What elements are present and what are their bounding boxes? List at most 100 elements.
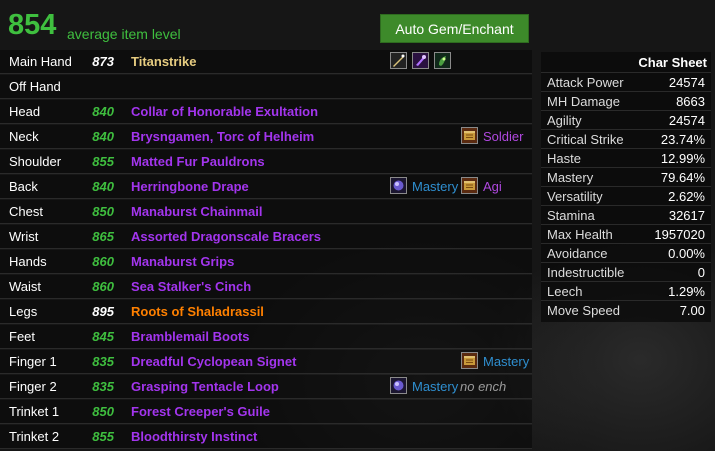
stat-value: 23.74%	[660, 132, 705, 147]
char-sheet-title: Char Sheet	[638, 55, 707, 70]
item-level: 845	[92, 329, 114, 344]
gear-slot-label: Legs	[9, 304, 38, 319]
gear-slot-label: Wrist	[9, 229, 39, 244]
stat-value: 24574	[668, 113, 705, 128]
stat-row-stamina: Stamina 32617	[541, 205, 711, 224]
item-name[interactable]: Brysngamen, Torc of Helheim	[131, 129, 314, 145]
gear-slot-label: Trinket 1	[9, 404, 60, 419]
item-level: 865	[92, 229, 114, 244]
gear-slot-label: Shoulder	[9, 154, 62, 169]
enchant-scroll-icon[interactable]	[461, 127, 478, 144]
stat-value: 2.62%	[668, 189, 705, 204]
item-level: 840	[92, 104, 114, 119]
gear-row-main-hand[interactable]: Main Hand 873 Titanstrike	[0, 50, 532, 74]
item-name[interactable]: Sea Stalker's Cinch	[131, 279, 251, 295]
gear-slot-label: Off Hand	[9, 79, 61, 94]
stat-value: 79.64%	[660, 170, 705, 185]
item-name[interactable]: Bloodthirsty Instinct	[131, 429, 257, 445]
enchant-stat-label: Soldier	[483, 129, 524, 144]
enchant-scroll-icon[interactable]	[461, 352, 478, 369]
stat-value: 24574	[668, 75, 705, 90]
item-level: 850	[92, 204, 114, 219]
item-level: 873	[92, 54, 114, 69]
gear-row-off-hand[interactable]: Off Hand	[0, 75, 532, 99]
enchant-scroll-icon[interactable]	[461, 177, 478, 194]
item-name[interactable]: Matted Fur Pauldrons	[131, 154, 265, 170]
stat-name: Agility	[547, 113, 582, 128]
gear-row-trinket-2[interactable]: Trinket 2 855 Bloodthirsty Instinct	[0, 425, 532, 449]
stat-row-mh-damage: MH Damage 8663	[541, 91, 711, 110]
average-item-level-value: 854	[8, 9, 57, 41]
stat-row-max-health: Max Health 1957020	[541, 224, 711, 243]
stat-value: 8663	[676, 94, 705, 109]
gear-slot-label: Main Hand	[9, 54, 72, 69]
item-name[interactable]: Collar of Honorable Exultation	[131, 104, 318, 120]
stat-row-agility: Agility 24574	[541, 110, 711, 129]
stat-name: Leech	[547, 284, 583, 299]
gear-row-neck[interactable]: Neck 840 Brysngamen, Torc of Helheim Soldie…	[0, 125, 532, 149]
gear-row-shoulder[interactable]: Shoulder 855 Matted Fur Pauldrons	[0, 150, 532, 174]
gear-row-chest[interactable]: Chest 850 Manaburst Chainmail	[0, 200, 532, 224]
stat-value: 1.29%	[668, 284, 705, 299]
stat-value: 7.00	[679, 303, 705, 318]
gear-row-wrist[interactable]: Wrist 865 Assorted Dragonscale Bracers	[0, 225, 532, 249]
gem-stat-label: Mastery	[412, 179, 459, 194]
relic-1-icon[interactable]	[390, 52, 407, 69]
stat-value: 1957020	[654, 227, 705, 242]
item-level: 835	[92, 379, 114, 394]
stat-name: Avoidance	[547, 246, 608, 261]
gear-slot-label: Head	[9, 104, 41, 119]
stat-row-critical-strike: Critical Strike 23.74%	[541, 129, 711, 148]
item-name[interactable]: Roots of Shaladrassil	[131, 304, 264, 320]
relic-2-icon[interactable]	[412, 52, 429, 69]
item-name[interactable]: Bramblemail Boots	[131, 329, 249, 345]
stat-name: Max Health	[547, 227, 613, 242]
stat-row-versatility: Versatility 2.62%	[541, 186, 711, 205]
stat-row-mastery: Mastery 79.64%	[541, 167, 711, 186]
gear-row-feet[interactable]: Feet 845 Bramblemail Boots	[0, 325, 532, 349]
stat-row-indestructible: Indestructible 0	[541, 262, 711, 281]
stat-name: Haste	[547, 151, 581, 166]
stat-row-move-speed: Move Speed 7.00	[541, 300, 711, 319]
gem-icon[interactable]	[390, 177, 407, 194]
stat-name: Move Speed	[547, 303, 620, 318]
gear-slot-label: Waist	[9, 279, 42, 294]
gear-row-finger-2[interactable]: Finger 2 835 Grasping Tentacle Loop Mastery…	[0, 375, 532, 399]
stat-name: Versatility	[547, 189, 603, 204]
stat-name: Mastery	[547, 170, 594, 185]
item-level: 855	[92, 429, 114, 444]
gear-row-hands[interactable]: Hands 860 Manaburst Grips	[0, 250, 532, 274]
item-name[interactable]: Forest Creeper's Guile	[131, 404, 270, 420]
stat-value: 0	[697, 265, 705, 280]
item-name[interactable]: Grasping Tentacle Loop	[131, 379, 279, 395]
gear-row-legs[interactable]: Legs 895 Roots of Shaladrassil	[0, 300, 532, 324]
item-level: 860	[92, 279, 114, 294]
char-sheet-panel: Char Sheet Attack Power 24574 MH Damage 866…	[541, 52, 711, 322]
gear-slot-label: Chest	[9, 204, 43, 219]
item-name[interactable]: Manaburst Grips	[131, 254, 234, 270]
gear-row-waist[interactable]: Waist 860 Sea Stalker's Cinch	[0, 275, 532, 299]
gem-icon[interactable]	[390, 377, 407, 394]
gem-stat-label: Mastery	[412, 379, 459, 394]
enchant-stat-label: Mastery	[483, 354, 530, 369]
gear-slot-label: Finger 2	[9, 379, 57, 394]
item-name[interactable]: Titanstrike	[131, 54, 197, 70]
gear-row-back[interactable]: Back 840 Herringbone Drape Mastery Agi	[0, 175, 532, 199]
auto-gem-enchant-button[interactable]: Auto Gem/Enchant	[380, 14, 529, 43]
item-name[interactable]: Manaburst Chainmail	[131, 204, 262, 220]
gear-row-head[interactable]: Head 840 Collar of Honorable Exultation	[0, 100, 532, 124]
item-level: 840	[92, 179, 114, 194]
enchant-stat-label: Agi	[483, 179, 502, 194]
gear-slot-label: Finger 1	[9, 354, 57, 369]
gear-row-trinket-1[interactable]: Trinket 1 850 Forest Creeper's Guile	[0, 400, 532, 424]
gear-row-finger-1[interactable]: Finger 1 835 Dreadful Cyclopean Signet Mast…	[0, 350, 532, 374]
item-name[interactable]: Herringbone Drape	[131, 179, 249, 195]
item-name[interactable]: Assorted Dragonscale Bracers	[131, 229, 321, 245]
item-level: 850	[92, 404, 114, 419]
relic-3-icon[interactable]	[434, 52, 451, 69]
stat-value: 0.00%	[668, 246, 705, 261]
gear-list: Main Hand 873 Titanstrike Off Hand Head 840 Co…	[0, 50, 532, 451]
item-name[interactable]: Dreadful Cyclopean Signet	[131, 354, 296, 370]
gear-slot-label: Back	[9, 179, 38, 194]
stat-name: MH Damage	[547, 94, 620, 109]
